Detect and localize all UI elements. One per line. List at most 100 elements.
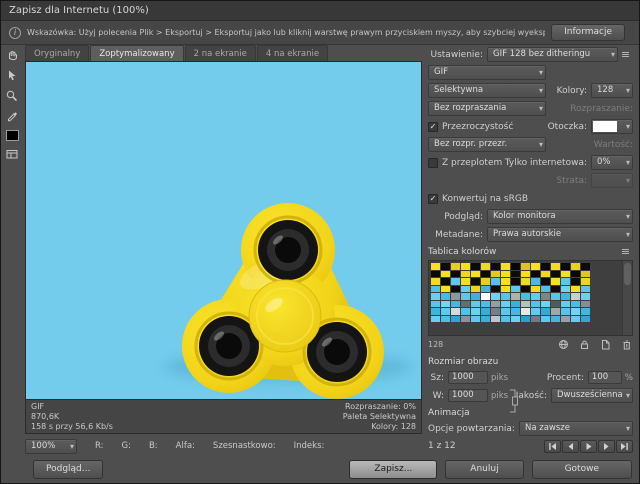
- previous-frame-button[interactable]: [562, 440, 579, 453]
- color-swatch[interactable]: [471, 301, 480, 308]
- color-swatch[interactable]: [441, 316, 450, 323]
- tab-original[interactable]: Oryginalny: [25, 45, 89, 61]
- color-swatch[interactable]: [461, 278, 470, 285]
- web-snap-select[interactable]: 0% ▾: [591, 155, 633, 170]
- color-swatch[interactable]: [511, 316, 520, 323]
- color-swatch[interactable]: [551, 271, 560, 278]
- color-swatch[interactable]: [561, 278, 570, 285]
- color-swatch[interactable]: [491, 271, 500, 278]
- color-swatch[interactable]: [571, 271, 580, 278]
- preview-in-browser-button[interactable]: Podgląd...: [33, 460, 103, 479]
- color-swatch[interactable]: [511, 301, 520, 308]
- lossy-select[interactable]: ▾: [591, 173, 633, 188]
- looping-select[interactable]: Na zawsze ▾: [519, 421, 633, 436]
- color-swatch[interactable]: [551, 263, 560, 270]
- color-swatch[interactable]: [511, 263, 520, 270]
- color-swatch[interactable]: [491, 308, 500, 315]
- color-swatch[interactable]: [501, 301, 510, 308]
- srgb-checkbox[interactable]: ✓: [428, 194, 438, 204]
- color-swatch[interactable]: [491, 301, 500, 308]
- palette-select[interactable]: Selektywna ▾: [428, 83, 546, 98]
- color-swatch[interactable]: [521, 271, 530, 278]
- color-swatch[interactable]: [581, 308, 590, 315]
- color-swatch[interactable]: [571, 301, 580, 308]
- color-swatch[interactable]: [531, 301, 540, 308]
- metadata-select[interactable]: Prawa autorskie ▾: [487, 227, 633, 242]
- color-swatch[interactable]: [541, 293, 550, 300]
- preview-mode-select[interactable]: Kolor monitora ▾: [487, 209, 633, 224]
- preset-menu-icon[interactable]: ≡: [618, 48, 633, 62]
- color-table-menu-icon[interactable]: ≡: [618, 245, 633, 259]
- color-swatch[interactable]: [561, 316, 570, 323]
- title-bar[interactable]: Zapisz dla Internetu (100%): [1, 1, 639, 21]
- color-swatch[interactable]: [541, 271, 550, 278]
- color-swatch[interactable]: [581, 271, 590, 278]
- color-swatch[interactable]: [551, 286, 560, 293]
- color-swatch[interactable]: [541, 278, 550, 285]
- color-swatch[interactable]: [481, 301, 490, 308]
- color-swatch[interactable]: [501, 316, 510, 323]
- tab-optimized[interactable]: Zoptymalizowany: [90, 45, 183, 61]
- color-swatch[interactable]: [451, 278, 460, 285]
- color-swatch[interactable]: [551, 278, 560, 285]
- color-swatch[interactable]: [531, 316, 540, 323]
- color-swatch[interactable]: [491, 286, 500, 293]
- color-swatch[interactable]: [431, 308, 440, 315]
- color-swatch[interactable]: [451, 286, 460, 293]
- color-swatch[interactable]: [561, 286, 570, 293]
- web-shift-icon[interactable]: [557, 338, 570, 351]
- matte-select[interactable]: ▾: [591, 119, 633, 134]
- color-swatch[interactable]: [511, 286, 520, 293]
- color-swatch[interactable]: [491, 278, 500, 285]
- color-swatch[interactable]: [431, 271, 440, 278]
- color-swatch[interactable]: [481, 316, 490, 323]
- color-swatch[interactable]: [481, 293, 490, 300]
- color-swatch[interactable]: [541, 308, 550, 315]
- color-swatch[interactable]: [501, 293, 510, 300]
- color-swatch[interactable]: [501, 308, 510, 315]
- percent-field[interactable]: 100: [588, 371, 622, 384]
- color-swatch[interactable]: [441, 293, 450, 300]
- color-swatch[interactable]: [481, 308, 490, 315]
- color-swatch[interactable]: [561, 271, 570, 278]
- first-frame-button[interactable]: [544, 440, 561, 453]
- play-button[interactable]: [580, 440, 597, 453]
- color-swatch[interactable]: [471, 308, 480, 315]
- toggle-slices-icon[interactable]: [3, 146, 21, 162]
- height-field[interactable]: 1000: [448, 389, 488, 402]
- color-swatch[interactable]: [501, 263, 510, 270]
- color-swatch[interactable]: [531, 271, 540, 278]
- color-swatch[interactable]: [461, 263, 470, 270]
- color-swatch[interactable]: [481, 286, 490, 293]
- color-swatch[interactable]: [451, 316, 460, 323]
- color-swatch[interactable]: [461, 293, 470, 300]
- color-swatch[interactable]: [461, 316, 470, 323]
- color-swatch[interactable]: [441, 286, 450, 293]
- color-swatch[interactable]: [521, 308, 530, 315]
- cancel-button[interactable]: Anuluj: [445, 460, 523, 479]
- color-swatch[interactable]: [571, 293, 580, 300]
- transparency-checkbox[interactable]: ✓: [428, 122, 438, 132]
- color-swatch[interactable]: [581, 301, 590, 308]
- save-button[interactable]: Zapisz...: [349, 460, 437, 479]
- color-swatch[interactable]: [501, 271, 510, 278]
- color-swatch[interactable]: [431, 286, 440, 293]
- color-swatch[interactable]: [541, 301, 550, 308]
- color-swatch[interactable]: [571, 278, 580, 285]
- color-swatch[interactable]: [521, 293, 530, 300]
- add-color-icon[interactable]: [599, 338, 612, 351]
- quality-select[interactable]: Dwusześcienna ▾: [551, 388, 633, 403]
- color-swatch[interactable]: [471, 286, 480, 293]
- dither-method-select[interactable]: Bez rozpraszania ▾: [428, 101, 546, 116]
- color-table-scrollbar[interactable]: [622, 261, 632, 335]
- lock-color-icon[interactable]: [578, 338, 591, 351]
- color-swatch[interactable]: [571, 316, 580, 323]
- color-swatch[interactable]: [571, 308, 580, 315]
- tab-2up[interactable]: 2 na ekranie: [185, 45, 256, 61]
- color-swatch[interactable]: [511, 278, 520, 285]
- color-swatch[interactable]: [541, 263, 550, 270]
- done-button[interactable]: Gotowe: [532, 460, 632, 479]
- last-frame-button[interactable]: [616, 440, 633, 453]
- color-swatch[interactable]: [561, 263, 570, 270]
- color-swatch[interactable]: [551, 301, 560, 308]
